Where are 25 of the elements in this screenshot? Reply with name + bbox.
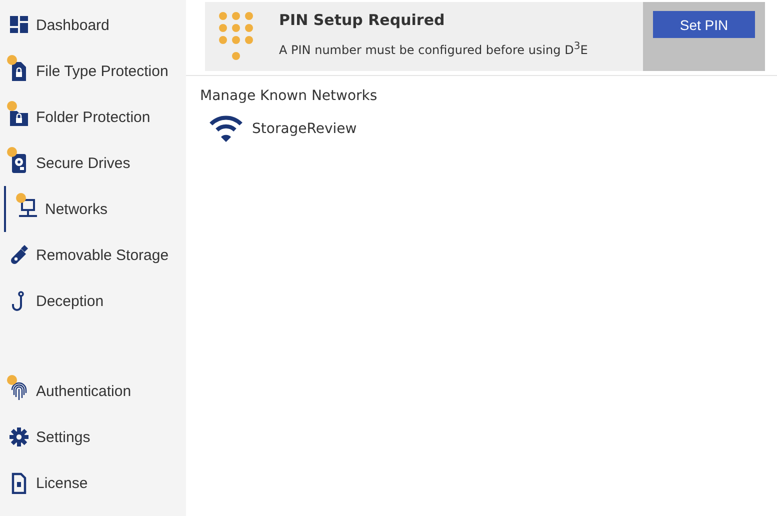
network-icon — [18, 198, 38, 220]
dashboard-icon — [9, 14, 29, 36]
network-name[interactable]: StorageReview — [252, 121, 357, 137]
sidebar-item[interactable]: Folder Protection — [0, 94, 186, 140]
banner-title: PIN Setup Required — [279, 11, 446, 29]
section-heading: Manage Known Networks — [200, 88, 378, 104]
sidebar-item[interactable]: Networks — [4, 186, 186, 232]
file-lock-icon — [9, 60, 29, 82]
sidebar-item[interactable]: Authentication — [0, 368, 186, 414]
hard-drive-icon — [9, 152, 29, 174]
sidebar-item[interactable]: Dashboard — [0, 2, 186, 48]
sidebar-item[interactable]: File Type Protection — [0, 48, 186, 94]
keypad-icon — [219, 12, 255, 62]
set-pin-button[interactable]: Set PIN — [653, 11, 755, 38]
fingerprint-icon — [9, 380, 29, 402]
sidebar-item[interactable]: License — [0, 460, 186, 506]
sidebar-item[interactable]: Secure Drives — [0, 140, 186, 186]
license-icon — [9, 472, 29, 494]
sidebar-item[interactable]: Removable Storage — [0, 232, 186, 278]
sidebar-item[interactable]: Settings — [0, 414, 186, 460]
settings-icon — [9, 426, 29, 448]
banner-message: A PIN number must be configured before using D$^{3}$E — [279, 41, 589, 57]
wifi-icon — [208, 114, 244, 144]
sidebar-item[interactable]: Deception — [0, 278, 186, 324]
usb-drive-icon — [9, 244, 29, 266]
